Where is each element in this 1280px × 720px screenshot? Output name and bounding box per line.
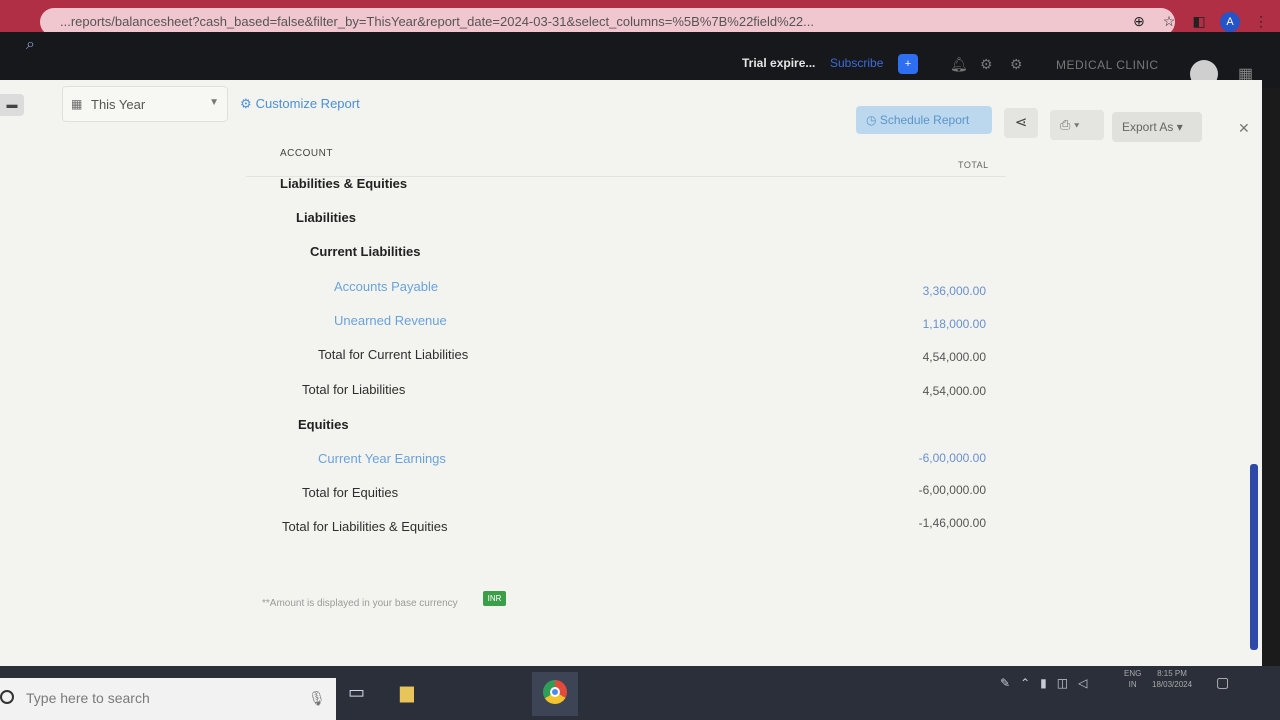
volume-icon[interactable]: ◁: [1078, 676, 1087, 690]
settings-icon: ⚙: [240, 96, 252, 111]
customize-report-link[interactable]: ⚙ Customize Report: [240, 96, 360, 112]
chevron-up-icon[interactable]: ⌃: [1020, 676, 1030, 690]
lang-region: IN: [1128, 680, 1137, 689]
account-accounts-payable[interactable]: Accounts Payable: [334, 279, 438, 294]
share-icon: ⋖: [1014, 114, 1028, 131]
bell-icon[interactable]: 🔔︎: [950, 56, 968, 73]
subscribe-link[interactable]: Subscribe: [830, 56, 883, 70]
task-view-icon[interactable]: ▭: [348, 682, 365, 703]
taskbar-chrome-button[interactable]: [532, 672, 578, 716]
taskbar-search-box[interactable]: Type here to search 🎙︎: [0, 678, 336, 720]
period-select[interactable]: ▦ This Year ▼: [62, 86, 228, 122]
close-icon[interactable]: ✕: [1238, 120, 1250, 137]
export-label: Export As: [1122, 120, 1174, 134]
chrome-icon: [543, 680, 567, 704]
account-unearned-revenue[interactable]: Unearned Revenue: [334, 313, 447, 328]
clock[interactable]: 8:15 PM 18/03/2024: [1152, 668, 1192, 690]
total-liabilities-label: Total for Liabilities: [302, 382, 406, 397]
chevron-down-icon: ▼: [209, 97, 219, 108]
amount-current-year-earnings[interactable]: -6,00,000.00: [846, 451, 986, 465]
account-current-year-earnings[interactable]: Current Year Earnings: [318, 451, 446, 466]
calendar-icon: ▦: [71, 97, 83, 111]
sidepanel-icon[interactable]: ◧: [1190, 12, 1208, 30]
total-equities-amount: -6,00,000.00: [918, 483, 986, 497]
vertical-scrollbar[interactable]: [1250, 464, 1258, 650]
notification-icon[interactable]: ⚙: [980, 56, 993, 73]
kebab-menu-icon[interactable]: ⋮: [1252, 12, 1270, 30]
profile-avatar[interactable]: A: [1220, 12, 1240, 32]
taskbar-search-placeholder: Type here to search: [26, 690, 150, 706]
notification-center-icon[interactable]: ▢: [1216, 674, 1229, 691]
bookmark-star-icon[interactable]: ☆: [1160, 12, 1178, 30]
column-header-total: TOTAL: [958, 160, 989, 170]
schedule-report-button[interactable]: ◷ Schedule Report: [856, 106, 992, 134]
network-icon[interactable]: ◫: [1057, 676, 1068, 690]
microphone-icon[interactable]: 🎙︎: [308, 690, 326, 707]
search-icon[interactable]: ⌕: [26, 36, 35, 54]
total-liabilities-equities-label: Total for Liabilities & Equities: [282, 519, 448, 534]
currency-footnote: **Amount is displayed in your base curre…: [262, 598, 458, 609]
printer-icon: ⎙ ▾: [1060, 117, 1080, 132]
customize-label: Customize Report: [255, 96, 360, 111]
period-label: This Year: [91, 97, 146, 112]
quick-create-button[interactable]: +: [898, 54, 918, 74]
clock-time: 8:15 PM: [1157, 669, 1187, 678]
organization-name[interactable]: MEDICAL CLINIC: [1056, 58, 1159, 72]
system-tray: ✎ ⌃ ▮ ◫ ◁: [1000, 676, 1087, 690]
currency-badge: INR: [483, 591, 506, 606]
url-text: ...reports/balancesheet?cash_based=false…: [60, 14, 814, 29]
group-equities: Equities: [298, 417, 349, 432]
windows-taskbar: Type here to search 🎙︎ ▭ ▆ ✎ ⌃ ▮ ◫ ◁ ENG…: [0, 666, 1280, 720]
trial-notice: Trial expire...: [742, 56, 816, 70]
group-current-liabilities: Current Liabilities: [310, 244, 421, 259]
group-liabilities-equities: Liabilities & Equities: [280, 176, 408, 191]
clock-date: 18/03/2024: [1152, 680, 1193, 689]
amount-accounts-payable[interactable]: 3,36,000.00: [846, 284, 986, 298]
pen-icon[interactable]: ✎: [1000, 676, 1010, 690]
clock-icon: ◷: [866, 113, 880, 127]
schedule-label: Schedule Report: [879, 113, 970, 127]
chevron-down-icon: ▾: [1173, 120, 1183, 134]
zoom-icon[interactable]: ⊕: [1130, 12, 1148, 30]
group-liabilities: Liabilities: [296, 210, 356, 225]
total-liabilities-equities-amount: -1,46,000.00: [918, 516, 986, 530]
balance-sheet-table: ACCOUNT TOTAL Liabilities & Equities Lia…: [246, 136, 1006, 536]
file-explorer-icon[interactable]: ▆: [400, 682, 414, 703]
lang-code: ENG: [1124, 669, 1142, 678]
total-liabilities-amount: 4,54,000.00: [922, 384, 986, 398]
export-button[interactable]: Export As ▾: [1112, 112, 1202, 142]
column-header-account: ACCOUNT: [280, 148, 333, 159]
battery-icon[interactable]: ▮: [1040, 676, 1047, 690]
share-button[interactable]: ⋖: [1004, 108, 1038, 138]
browser-toolbar-icons: ⊕ ☆ ◧ A ⋮: [1130, 12, 1270, 32]
language-indicator[interactable]: ENG IN: [1124, 668, 1141, 690]
print-button[interactable]: ⎙ ▾: [1050, 110, 1104, 140]
amount-unearned-revenue[interactable]: 1,18,000.00: [846, 317, 986, 331]
report-page: ▬ ▦ This Year ▼ ⚙ Customize Report ◷ Sche…: [0, 80, 1262, 666]
total-current-liabilities-label: Total for Current Liabilities: [318, 347, 469, 362]
total-current-liabilities-amount: 4,54,000.00: [922, 350, 986, 364]
cortana-icon: [0, 690, 14, 704]
total-equities-label: Total for Equities: [302, 485, 399, 500]
sidebar-toggle-button[interactable]: ▬: [0, 94, 24, 116]
gear-icon[interactable]: ⚙: [1010, 56, 1023, 73]
